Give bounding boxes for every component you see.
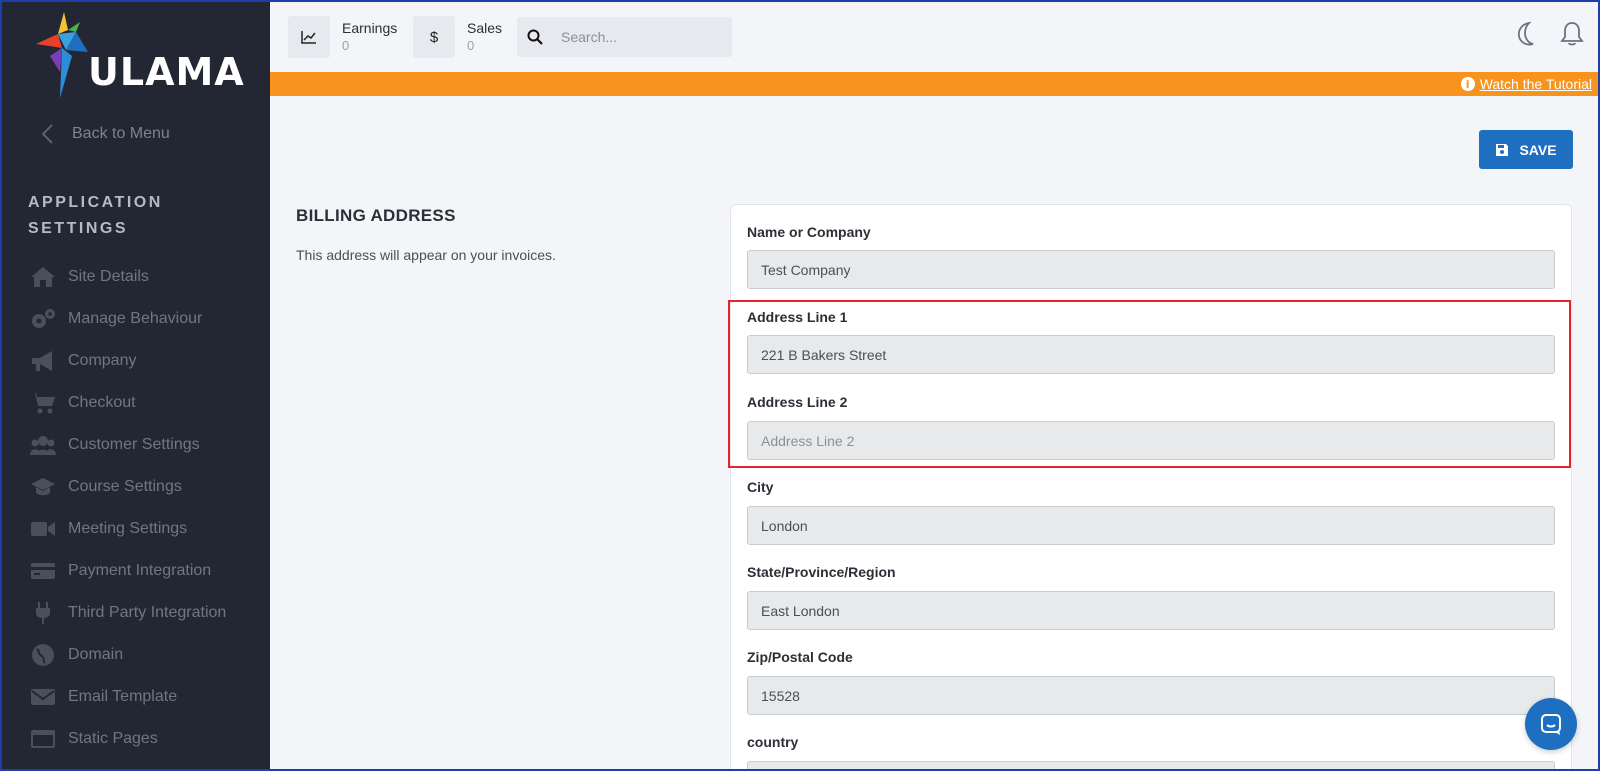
billing-address-title: BILLING ADDRESS xyxy=(296,206,456,225)
sidebar-item-label: Company xyxy=(68,352,137,369)
gears-icon xyxy=(28,306,58,332)
save-button[interactable]: SAVE xyxy=(1479,130,1573,169)
sidebar-item-label: Course Settings xyxy=(68,478,182,495)
sidebar: ULAMA Back to Menu APPLICATION SETTINGS … xyxy=(0,0,270,771)
sidebar-item-domain[interactable]: Domain xyxy=(28,634,226,676)
info-icon: i xyxy=(1460,77,1475,91)
envelope-icon xyxy=(28,684,58,710)
sidebar-item-customer-settings[interactable]: Customer Settings xyxy=(28,424,226,466)
sidebar-nav: Site Details Manage Behaviour Company Ch… xyxy=(28,256,226,760)
earnings-stat[interactable]: Earnings 0 xyxy=(288,16,397,58)
chat-launcher-button[interactable] xyxy=(1525,698,1577,750)
earnings-value: 0 xyxy=(342,38,350,53)
sidebar-item-meeting-settings[interactable]: Meeting Settings xyxy=(28,508,226,550)
search-icon xyxy=(527,29,543,45)
sidebar-item-label: Meeting Settings xyxy=(68,520,188,537)
country-select[interactable] xyxy=(747,761,1555,771)
state-label: State/Province/Region xyxy=(747,564,896,580)
search-box xyxy=(517,17,732,57)
search-input[interactable] xyxy=(561,29,711,45)
name-company-input[interactable] xyxy=(747,250,1555,289)
brand-logo[interactable]: ULAMA xyxy=(36,12,246,100)
name-company-label: Name or Company xyxy=(747,224,871,240)
floppy-disk-icon xyxy=(1496,143,1509,156)
sidebar-item-label: Manage Behaviour xyxy=(68,310,203,327)
sidebar-item-company[interactable]: Company xyxy=(28,340,226,382)
back-to-menu-link[interactable]: Back to Menu xyxy=(36,122,170,146)
sidebar-item-label: Static Pages xyxy=(68,730,158,747)
sales-label: Sales xyxy=(467,20,503,36)
globe-icon xyxy=(28,642,58,668)
watch-tutorial-link[interactable]: Watch the Tutorial xyxy=(1480,76,1592,92)
chevron-left-icon xyxy=(41,124,53,144)
moon-icon[interactable] xyxy=(1512,20,1540,48)
brand-name: ULAMA xyxy=(88,50,245,94)
sidebar-item-site-details[interactable]: Site Details xyxy=(28,256,226,298)
sales-value: 0 xyxy=(467,38,475,53)
country-label: country xyxy=(747,734,799,750)
sales-stat[interactable]: $ Sales 0 xyxy=(413,16,502,58)
zip-input[interactable] xyxy=(747,676,1555,715)
home-icon xyxy=(28,264,58,290)
sidebar-item-label: Payment Integration xyxy=(68,562,212,579)
window-icon xyxy=(28,726,58,752)
sidebar-item-email-template[interactable]: Email Template xyxy=(28,676,226,718)
save-label: SAVE xyxy=(1519,141,1557,158)
state-input[interactable] xyxy=(747,591,1555,630)
graduation-cap-icon xyxy=(28,474,58,500)
chart-line-icon xyxy=(288,16,330,58)
plug-icon xyxy=(28,600,58,626)
earnings-label: Earnings xyxy=(342,20,398,36)
sidebar-item-label: Checkout xyxy=(68,394,136,411)
bird-logo-icon xyxy=(36,12,88,98)
chat-icon xyxy=(1541,714,1561,735)
back-to-menu-label: Back to Menu xyxy=(72,125,170,142)
section-title-line-2: SETTINGS xyxy=(28,220,129,237)
sidebar-item-label: Site Details xyxy=(68,268,149,285)
city-label: City xyxy=(747,479,774,495)
dollar-icon: $ xyxy=(413,16,455,58)
sidebar-item-label: Domain xyxy=(68,646,124,663)
top-bar: Earnings 0 $ Sales 0 xyxy=(270,0,1600,72)
address-highlight-box xyxy=(728,300,1571,468)
sidebar-item-checkout[interactable]: Checkout xyxy=(28,382,226,424)
city-input[interactable] xyxy=(747,506,1555,545)
credit-card-icon xyxy=(28,558,58,584)
sidebar-item-label: Customer Settings xyxy=(68,436,200,453)
sidebar-item-label: Third Party Integration xyxy=(68,604,227,621)
zip-label: Zip/Postal Code xyxy=(747,649,853,665)
billing-address-description: This address will appear on your invoice… xyxy=(296,247,556,263)
sidebar-item-manage-behaviour[interactable]: Manage Behaviour xyxy=(28,298,226,340)
cart-icon xyxy=(28,390,58,416)
tutorial-banner: i Watch the Tutorial xyxy=(270,72,1600,96)
megaphone-icon xyxy=(28,348,58,374)
video-icon xyxy=(28,516,58,542)
bell-icon[interactable] xyxy=(1558,20,1586,48)
sidebar-item-label: Email Template xyxy=(68,688,178,705)
sidebar-item-payment-integration[interactable]: Payment Integration xyxy=(28,550,226,592)
sidebar-item-third-party-integration[interactable]: Third Party Integration xyxy=(28,592,226,634)
sidebar-item-course-settings[interactable]: Course Settings xyxy=(28,466,226,508)
users-icon xyxy=(28,432,58,458)
sidebar-section-title: APPLICATION SETTINGS xyxy=(28,190,208,242)
section-title-line-1: APPLICATION xyxy=(28,194,163,211)
sidebar-item-static-pages[interactable]: Static Pages xyxy=(28,718,226,760)
